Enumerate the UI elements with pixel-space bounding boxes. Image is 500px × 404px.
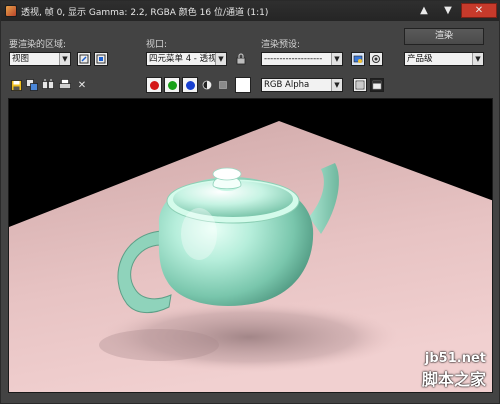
render-preset-label: 渲染预设: [261,40,301,50]
chevron-down-icon: ▼ [59,53,70,65]
minimize-button[interactable]: ▲ [413,3,435,18]
frame-toolbar: ✕ RGB Alpha ▼ [1,75,499,95]
color-swatch[interactable] [235,77,251,93]
chevron-down-icon: ▼ [331,79,342,91]
render-area-dropdown[interactable]: 视图 ▼ [9,52,71,66]
auto-region-button[interactable] [94,52,108,66]
render-setup-button[interactable] [351,52,365,66]
edit-region-button[interactable] [77,52,91,66]
watermark-url: jb51.net [424,351,486,366]
app-icon [5,5,17,17]
chevron-down-icon: ▼ [472,53,483,65]
render-preset-dropdown[interactable]: ------------------- ▼ [261,52,343,66]
alpha-channel-icon[interactable] [201,79,213,91]
channel-value: RGB Alpha [264,80,310,90]
render-setup-icon [353,55,363,63]
copy-icon[interactable] [26,79,38,91]
auto-region-icon [96,54,106,64]
save-icon[interactable] [10,79,22,91]
monochrome-icon[interactable] [217,79,229,91]
red-channel-icon [149,80,159,90]
channel-dropdown[interactable]: RGB Alpha ▼ [261,78,343,92]
render-preset-value: ------------------- [264,54,323,64]
blue-channel-icon [185,80,195,90]
environment-button[interactable] [369,52,383,66]
quality-value: 产品级 [407,54,433,64]
quality-dropdown[interactable]: 产品级 ▼ [404,52,484,66]
display-mode-icon [355,80,365,90]
rendered-teapot-image [9,99,492,392]
watermark-name: 脚本之家 [421,370,486,389]
green-channel-icon [167,80,177,90]
window-controls: ▲ ▼ ✕ [413,3,497,18]
viewport-label: 视口: [146,40,168,50]
green-channel-toggle[interactable] [164,77,180,93]
viewport-value: 四元菜单 4 - 透视 [149,54,217,64]
lock-icon[interactable] [235,53,247,65]
clone-icon[interactable] [42,79,54,91]
red-channel-toggle[interactable] [146,77,162,93]
render-button[interactable]: 渲染 [404,28,484,45]
chevron-down-icon: ▼ [331,53,342,65]
print-icon[interactable] [59,79,71,91]
rendered-frame-window: 透视, 帧 0, 显示 Gamma: 2.2, RGBA 颜色 16 位/通道 … [0,0,500,404]
toggle-ui-icon [372,80,382,90]
clear-icon[interactable]: ✕ [76,79,88,91]
render-area-value: 视图 [12,54,30,64]
viewport-dropdown[interactable]: 四元菜单 4 - 透视 ▼ [146,52,227,66]
blue-channel-toggle[interactable] [182,77,198,93]
edit-region-icon [79,54,89,64]
watermark: jb51.net 脚本之家 [422,351,486,390]
render-area-label: 要渲染的区域: [9,40,67,50]
title-bar[interactable]: 透视, 帧 0, 显示 Gamma: 2.2, RGBA 颜色 16 位/通道 … [1,1,499,21]
window-title: 透视, 帧 0, 显示 Gamma: 2.2, RGBA 颜色 16 位/通道 … [21,7,269,18]
close-button[interactable]: ✕ [461,3,497,18]
toggle-ui-button[interactable] [370,78,384,92]
display-mode-button[interactable] [353,78,367,92]
render-viewport[interactable]: jb51.net 脚本之家 [8,98,493,393]
environment-icon [372,55,380,63]
restore-button[interactable]: ▼ [437,3,459,18]
chevron-down-icon: ▼ [215,53,226,65]
